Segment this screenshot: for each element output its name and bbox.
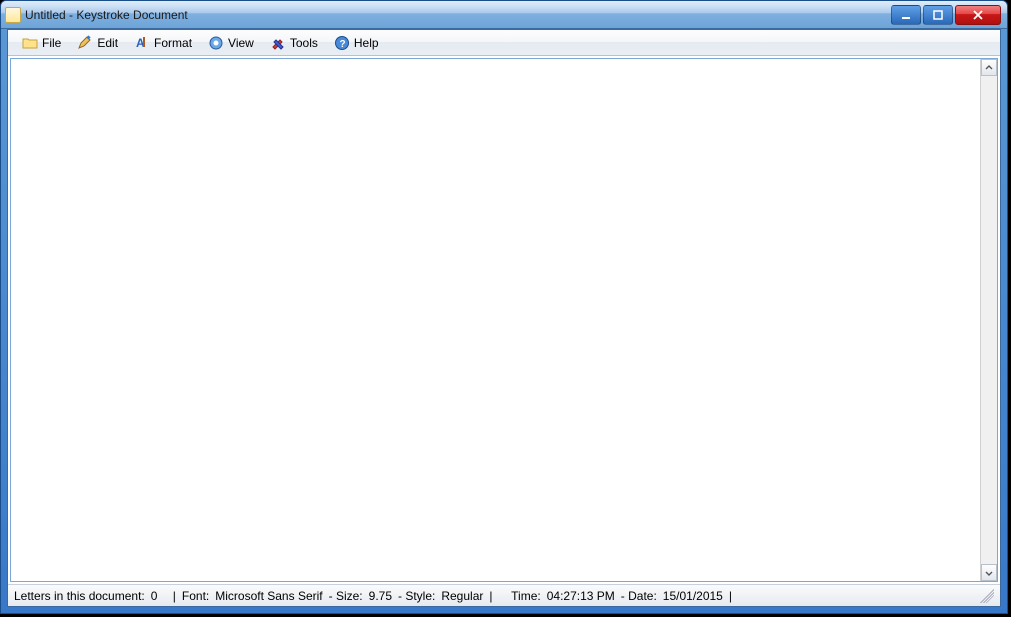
status-letters-count: 0 <box>151 589 158 603</box>
status-size-label: - Size: <box>329 589 363 603</box>
status-font-size: 9.75 <box>369 589 392 603</box>
status-time-value: 04:27:13 PM <box>547 589 615 603</box>
menu-edit-label: Edit <box>97 36 118 50</box>
maximize-button[interactable] <box>923 5 953 25</box>
format-icon: A <box>134 35 150 51</box>
status-letters-label: Letters in this document: <box>14 589 145 603</box>
status-sep-3: | <box>729 589 732 603</box>
status-style-label: - Style: <box>398 589 435 603</box>
menu-bar: File Edit A Format View <box>8 30 1000 56</box>
scroll-track[interactable] <box>981 76 997 564</box>
status-time-label: Time: <box>511 589 541 603</box>
chevron-up-icon <box>985 64 993 72</box>
status-font-name: Microsoft Sans Serif <box>215 589 322 603</box>
menu-file[interactable]: File <box>14 33 69 53</box>
resize-grip-icon[interactable] <box>980 589 994 603</box>
status-date-label: - Date: <box>621 589 657 603</box>
status-sep-1: | <box>173 589 176 603</box>
status-sep-2: | <box>489 589 492 603</box>
pencil-icon <box>77 35 93 51</box>
chevron-down-icon <box>985 569 993 577</box>
window-controls <box>891 5 1001 25</box>
scroll-up-button[interactable] <box>981 59 997 76</box>
svg-text:?: ? <box>339 39 345 50</box>
status-bar: Letters in this document: 0 | Font: Micr… <box>8 584 1000 606</box>
view-icon <box>208 35 224 51</box>
tools-icon <box>270 35 286 51</box>
menu-help[interactable]: ? Help <box>326 33 387 53</box>
maximize-icon <box>932 10 944 20</box>
menu-tools-label: Tools <box>290 36 318 50</box>
help-icon: ? <box>334 35 350 51</box>
window-title: Untitled - Keystroke Document <box>25 8 891 22</box>
close-icon <box>972 10 984 20</box>
menu-format-label: Format <box>154 36 192 50</box>
menu-tools[interactable]: Tools <box>262 33 326 53</box>
menu-format[interactable]: A Format <box>126 33 200 53</box>
menu-file-label: File <box>42 36 61 50</box>
editor-container <box>10 58 998 582</box>
menu-view[interactable]: View <box>200 33 262 53</box>
title-bar[interactable]: Untitled - Keystroke Document <box>1 1 1007 29</box>
status-date-value: 15/01/2015 <box>663 589 723 603</box>
minimize-icon <box>900 10 912 20</box>
menu-help-label: Help <box>354 36 379 50</box>
menu-view-label: View <box>228 36 254 50</box>
status-font-style: Regular <box>441 589 483 603</box>
folder-icon <box>22 35 38 51</box>
client-area: File Edit A Format View <box>7 29 1001 607</box>
close-button[interactable] <box>955 5 1001 25</box>
minimize-button[interactable] <box>891 5 921 25</box>
text-editor[interactable] <box>11 59 980 581</box>
vertical-scrollbar[interactable] <box>980 59 997 581</box>
app-window: Untitled - Keystroke Document File <box>0 0 1008 614</box>
scroll-down-button[interactable] <box>981 564 997 581</box>
menu-edit[interactable]: Edit <box>69 33 126 53</box>
app-icon <box>5 7 21 23</box>
status-font-label: Font: <box>182 589 209 603</box>
